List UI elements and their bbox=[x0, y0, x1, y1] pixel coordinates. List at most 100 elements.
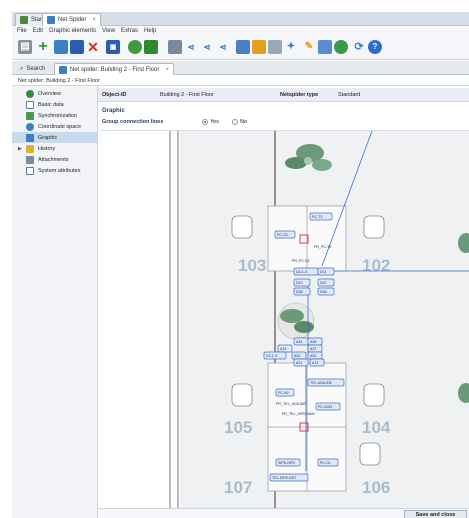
device-label: PR_PC-S2 bbox=[292, 259, 310, 263]
gear-icon[interactable] bbox=[334, 40, 348, 54]
net-spider-icon bbox=[47, 16, 55, 24]
save-and-close-button[interactable]: Save and close bbox=[404, 510, 467, 518]
close-icon[interactable]: × bbox=[165, 67, 169, 73]
netspider-type-value: Standard bbox=[338, 91, 361, 98]
chair-icon bbox=[363, 215, 385, 239]
sidebar-item-label: Synchronization bbox=[38, 112, 78, 119]
breadcrumb-label: Net spider: Building 2 - First Floor bbox=[18, 77, 100, 84]
tab-search[interactable]: ⌕ Search bbox=[16, 63, 49, 75]
device-label: A13 bbox=[312, 361, 318, 365]
connect-3-icon[interactable]: ⋖ bbox=[216, 40, 230, 54]
tab-net-spider-floor-label: Net spider: Building 2 - First Floor bbox=[70, 66, 160, 73]
chart-icon[interactable] bbox=[252, 40, 266, 54]
help-icon[interactable]: ? bbox=[368, 40, 382, 54]
sidebar-item-coordinate-space[interactable]: Coordinate space bbox=[12, 121, 98, 132]
start-icon bbox=[20, 16, 28, 24]
device-label: D2-1-X bbox=[296, 270, 308, 274]
connect-icon[interactable]: ⋖ bbox=[184, 40, 198, 54]
device-label: A36 bbox=[310, 340, 316, 344]
device-label: D10 bbox=[296, 281, 303, 285]
sidebar: Overview Basic data Synchronization Coor… bbox=[12, 86, 98, 518]
menu-bar: File Edit Graphic elements View Extras H… bbox=[12, 26, 469, 36]
tab-net-spider-label: Net Spider bbox=[58, 17, 87, 23]
net-spider-icon bbox=[59, 65, 67, 74]
device-label: PC-S2 bbox=[277, 233, 288, 237]
radio-yes[interactable] bbox=[202, 119, 208, 125]
tab-net-spider[interactable]: Net Spider × bbox=[42, 13, 101, 26]
chair-icon bbox=[231, 215, 253, 239]
device-label: PR_PC-T3 bbox=[314, 245, 331, 249]
device-label: A34 bbox=[296, 340, 302, 344]
sidebar-item-label: Basic data bbox=[38, 101, 64, 108]
radio-yes-label: Yes bbox=[210, 119, 219, 125]
window-left-margin bbox=[0, 12, 12, 518]
tab-net-spider-floor[interactable]: Net spider: Building 2 - First Floor × bbox=[54, 63, 174, 75]
edit-icon[interactable]: ✎ bbox=[302, 40, 316, 54]
menu-edit[interactable]: Edit bbox=[33, 28, 43, 34]
document-icon bbox=[26, 100, 34, 109]
device-label: PC-OL bbox=[320, 461, 331, 465]
printer-icon[interactable]: ▤ bbox=[18, 40, 32, 54]
menu-graphic-elements[interactable]: Graphic elements bbox=[49, 28, 96, 34]
device-label: TEL-UNILIDE bbox=[310, 381, 333, 385]
floorplan-svg[interactable]: 103 102 105 104 107 106 PC-T3 PC-S2 PR_PC-… bbox=[100, 130, 469, 509]
satellite-icon[interactable]: ✦ bbox=[284, 40, 298, 54]
menu-file[interactable]: File bbox=[17, 28, 27, 34]
device-label: D06 bbox=[320, 290, 327, 294]
footer-bar: Save and close bbox=[98, 508, 469, 518]
device-label: TEL-SIPE-NST bbox=[272, 476, 297, 480]
radio-no[interactable] bbox=[232, 119, 238, 125]
object-id-label: Object-ID bbox=[102, 91, 127, 98]
sidebar-item-system-attributes[interactable]: System attributes bbox=[12, 165, 98, 176]
room-number: 106 bbox=[362, 478, 390, 497]
sidebar-item-graphic[interactable]: Graphic bbox=[12, 132, 98, 143]
device-label: PR_TEL_UNILIDE bbox=[276, 402, 306, 406]
group-connection-label: Group connection lines bbox=[102, 119, 164, 125]
sidebar-item-label: Attachments bbox=[38, 156, 69, 163]
sidebar-item-overview[interactable]: Overview bbox=[12, 88, 98, 99]
content-tab-bar: ⌕ Search Net spider: Building 2 - First … bbox=[12, 61, 469, 75]
expand-arrow-icon[interactable]: ▶ bbox=[18, 146, 22, 152]
connect-2-icon[interactable]: ⋖ bbox=[200, 40, 214, 54]
room-number: 103 bbox=[238, 256, 266, 275]
sidebar-item-attachments[interactable]: Attachments bbox=[12, 154, 98, 165]
copy-icon[interactable] bbox=[54, 40, 68, 54]
properties-icon[interactable]: ▣ bbox=[106, 40, 120, 54]
sidebar-item-label: Graphic bbox=[38, 134, 58, 141]
chair-icon bbox=[363, 383, 385, 407]
menu-view[interactable]: View bbox=[102, 28, 115, 34]
floorplan-canvas[interactable]: 103 102 105 104 107 106 PC-T3 PC-S2 PR_PC-… bbox=[100, 130, 469, 509]
section-title: Graphic bbox=[98, 106, 469, 116]
tab-search-label: Search bbox=[26, 66, 46, 72]
device-label: PC-T3 bbox=[312, 215, 322, 219]
add-icon[interactable]: + bbox=[36, 39, 50, 55]
window-top-margin bbox=[0, 0, 469, 12]
menu-extras[interactable]: Extras bbox=[121, 28, 138, 34]
layers-icon[interactable] bbox=[144, 40, 158, 54]
graph-icon[interactable] bbox=[168, 40, 182, 54]
document-icon[interactable] bbox=[318, 40, 332, 54]
sidebar-item-synchronization[interactable]: Synchronization bbox=[12, 110, 98, 121]
chair-icon bbox=[231, 383, 253, 407]
device-label: SIPE-NPD bbox=[278, 461, 295, 465]
delete-icon[interactable]: ✕ bbox=[86, 40, 100, 54]
toolbar: ▤ + ✕ ▣ ⋖ ⋖ ⋖ ✦ ✎ ⟳ ? bbox=[12, 36, 469, 60]
export-icon[interactable] bbox=[128, 40, 142, 54]
device-label: PC-N2 bbox=[278, 391, 289, 395]
save-icon[interactable] bbox=[70, 40, 84, 54]
search-icon: ⌕ bbox=[20, 65, 24, 72]
close-icon[interactable]: × bbox=[92, 17, 96, 23]
overview-icon bbox=[26, 89, 34, 98]
sync-icon bbox=[26, 111, 34, 120]
device-label: A20 bbox=[294, 354, 300, 358]
sidebar-item-history[interactable]: ▶ History bbox=[12, 143, 98, 154]
network-icon[interactable] bbox=[236, 40, 250, 54]
camera-icon[interactable] bbox=[268, 40, 282, 54]
refresh-icon[interactable]: ⟳ bbox=[352, 40, 366, 54]
sidebar-item-basic-data[interactable]: Basic data bbox=[12, 99, 98, 110]
menu-help[interactable]: Help bbox=[144, 28, 156, 34]
plant-icon bbox=[277, 302, 315, 340]
device-label: D21 bbox=[320, 270, 327, 274]
device-label: A21 bbox=[296, 361, 302, 365]
sidebar-item-label: System attributes bbox=[38, 167, 81, 174]
